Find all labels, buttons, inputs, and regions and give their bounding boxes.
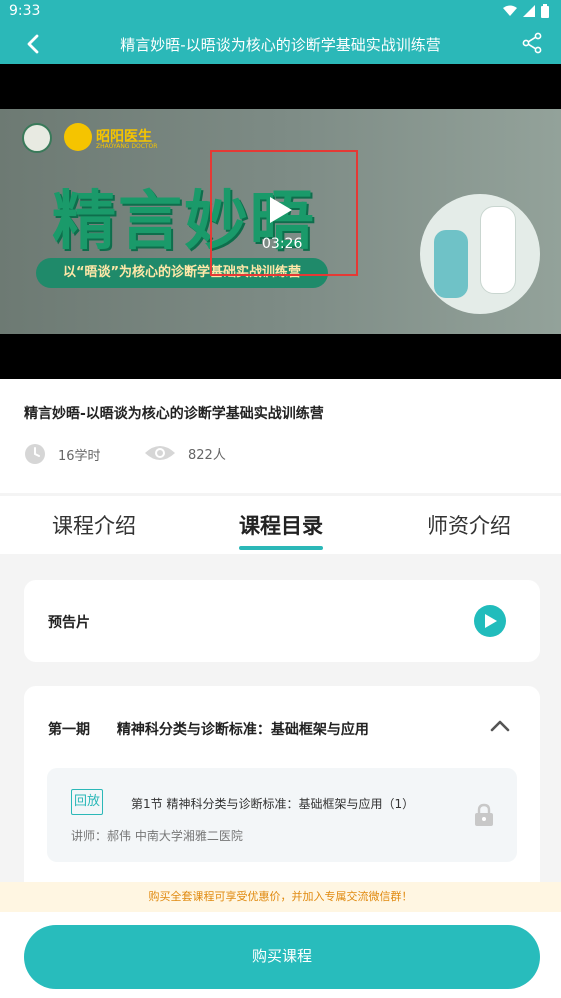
course-tabs: 课程介绍 课程目录 师资介绍 (0, 496, 561, 554)
lesson-teacher: 讲师：郝伟 中南大学湘雅二医院 (71, 829, 243, 843)
play-icon[interactable] (268, 196, 294, 224)
brand-subtitle: ZHAOYANG DOCTOR (96, 143, 158, 150)
promo-banner: 购买全套课程可享受优惠价，并加入专属交流微信群！ (0, 882, 561, 912)
battery-icon (541, 4, 549, 18)
back-arrow-icon[interactable] (22, 32, 46, 56)
viewers-value: 822人 (188, 447, 226, 463)
lock-icon (475, 803, 493, 826)
tab-catalog-label: 课程目录 (239, 514, 323, 538)
trailer-label: 预告片 (48, 615, 90, 631)
period-index: 第一期 (48, 722, 90, 738)
course-hours: 16学时 (24, 443, 101, 465)
tab-teachers[interactable]: 师资介绍 (427, 510, 511, 540)
page-title: 精言妙晤-以晤谈为核心的诊断学基础实战训练营 (120, 36, 441, 54)
hospital-logo (22, 123, 52, 153)
clock-icon (25, 444, 45, 464)
play-icon (485, 614, 497, 628)
active-tab-indicator (239, 546, 323, 550)
tab-intro[interactable]: 课程介绍 (52, 510, 136, 540)
hours-value: 16学时 (58, 448, 101, 464)
lesson-item[interactable] (47, 768, 517, 862)
replay-badge: 回放 (71, 789, 103, 815)
status-time: 9:33 (9, 3, 41, 19)
tab-catalog[interactable]: 课程目录 (239, 510, 323, 550)
system-icons (503, 4, 549, 18)
period-name: 精神科分类与诊断标准：基础框架与应用 (116, 722, 369, 738)
buy-course-button[interactable]: 购买课程 (24, 925, 540, 989)
doctor-figure (480, 206, 516, 294)
lesson-title: 第1节 精神科分类与诊断标准：基础框架与应用（1） (131, 797, 415, 811)
signal-icon (523, 5, 535, 17)
period-header[interactable]: 第一期 精神科分类与诊断标准：基础框架与应用 (48, 719, 369, 739)
course-title: 精言妙晤-以晤谈为核心的诊断学基础实战训练营 (24, 406, 324, 422)
share-icon[interactable] (521, 32, 543, 54)
trailer-card[interactable] (24, 580, 540, 662)
wifi-icon (503, 5, 517, 16)
course-viewers: 822人 (144, 443, 226, 463)
chevron-up-icon[interactable] (490, 718, 510, 732)
course-info: 精言妙晤-以晤谈为核心的诊断学基础实战训练营 16学时 822人 (0, 379, 561, 493)
video-duration: 03:26 (262, 236, 303, 252)
eye-icon (145, 446, 175, 460)
patient-figure (434, 230, 468, 298)
status-bar: 9:33 (0, 0, 561, 24)
top-navbar: 精言妙晤-以晤谈为核心的诊断学基础实战训练营 (0, 24, 561, 64)
trailer-play-button[interactable] (474, 605, 506, 637)
zhaoyang-logo (64, 123, 92, 151)
